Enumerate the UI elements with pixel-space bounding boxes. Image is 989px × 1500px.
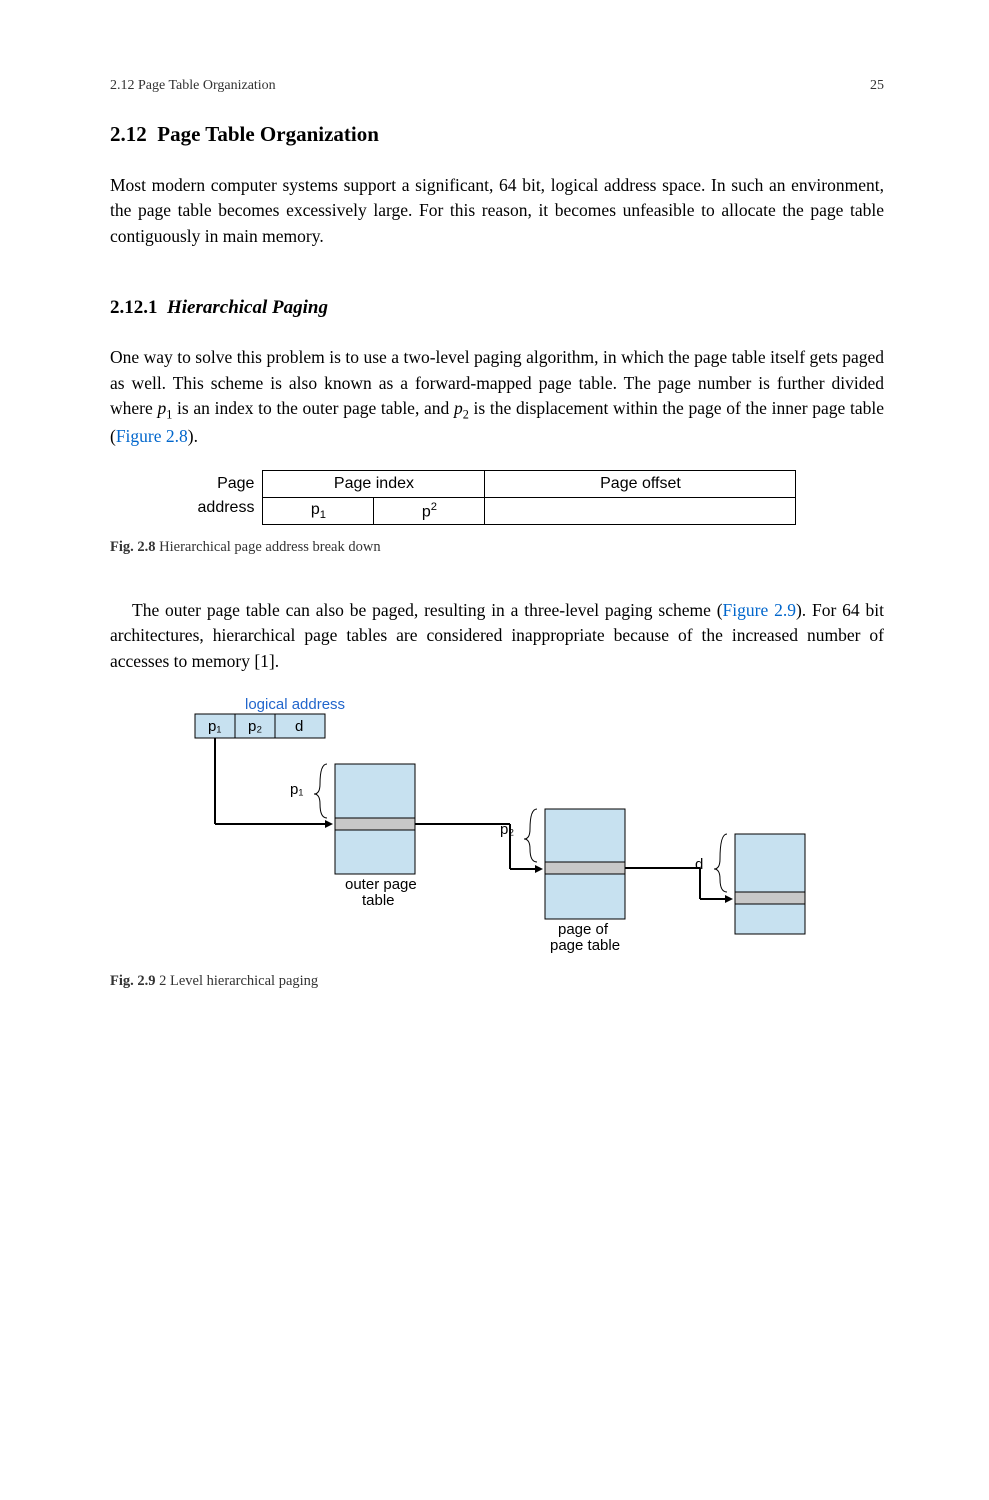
section-heading: 2.12 Page Table Organization (110, 122, 884, 147)
cell-offset (485, 497, 796, 524)
subsection-heading: 2.12.1 Hierarchical Paging (110, 297, 884, 319)
paragraph-hierarchical: One way to solve this problem is to use … (110, 345, 884, 449)
svg-text:p₂: p₂ (500, 821, 514, 838)
svg-text:p₂: p₂ (248, 718, 262, 735)
figure-2-9-link[interactable]: Figure 2.9 (723, 600, 796, 620)
page-of-page-table-label: page ofpage table (550, 921, 620, 954)
outer-page-table-label: outer pagetable (345, 876, 417, 909)
paragraph-intro: Most modern computer systems support a s… (110, 173, 884, 249)
cell-p2: p2 (374, 497, 485, 524)
cell-p1: p1 (263, 497, 374, 524)
figure-2-8-caption: Fig. 2.8 Hierarchical page address break… (110, 539, 884, 556)
page-header: 2.12 Page Table Organization 25 (110, 78, 884, 94)
page-offset-header: Page offset (485, 470, 796, 497)
page-number: 25 (870, 78, 884, 94)
svg-text:d: d (695, 856, 703, 873)
paragraph-three-level: The outer page table can also be paged, … (110, 598, 884, 674)
figure-2-9: logical address p₁ p₂ d outer pagetable … (170, 694, 884, 959)
figure-2-9-caption: Fig. 2.9 2 Level hierarchical paging (110, 973, 884, 990)
figure-2-8-link[interactable]: Figure 2.8 (116, 426, 188, 446)
page-index-header: Page index (263, 470, 485, 497)
figure-2-8: Page address Page index Page offset p1 p… (110, 470, 884, 525)
svg-text:d: d (295, 718, 303, 735)
header-left: 2.12 Page Table Organization (110, 78, 276, 94)
logical-address-label: logical address (245, 696, 345, 713)
svg-text:p₁: p₁ (208, 718, 221, 735)
svg-text:p₁: p₁ (290, 781, 303, 798)
